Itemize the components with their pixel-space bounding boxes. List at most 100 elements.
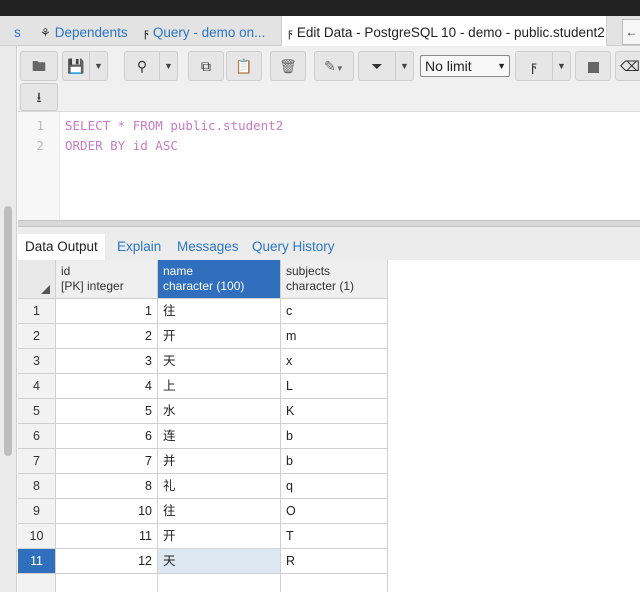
cell-name[interactable]: 上 — [158, 374, 281, 399]
cell-name[interactable]: 连 — [158, 424, 281, 449]
cell-name[interactable]: 天 — [158, 549, 281, 574]
chevron-left-icon: ← — [625, 25, 638, 39]
tab-scroll-left-button[interactable]: ← — [622, 19, 640, 45]
caret-down-icon: ▼ — [497, 61, 506, 71]
save-dropdown[interactable]: ▼ — [90, 51, 108, 81]
tab-edit-data[interactable]: ϝ Edit Data - PostgreSQL 10 - demo - publ… — [281, 16, 607, 47]
cell-subjects[interactable]: b — [281, 449, 388, 474]
dependents-icon: ⚘ — [40, 26, 51, 40]
find-button[interactable]: ⚲ — [124, 51, 160, 81]
row-number[interactable]: 7 — [18, 449, 56, 474]
row-number[interactable]: 3 — [18, 349, 56, 374]
download-button[interactable]: ⭳ — [20, 83, 58, 111]
cell-id[interactable]: 10 — [56, 499, 158, 524]
cell-id[interactable]: 12 — [56, 549, 158, 574]
code-line: SELECT * FROM public.student2 — [65, 118, 284, 133]
lightning-icon: ϝ — [288, 26, 293, 40]
filter-dropdown[interactable]: ▼ — [396, 51, 414, 81]
column-divider — [157, 574, 158, 592]
result-tabs: Data Output Explain Messages Query Histo… — [18, 227, 640, 260]
cell-id[interactable]: 5 — [56, 399, 158, 424]
cell-subjects[interactable]: x — [281, 349, 388, 374]
line-number-gutter: 1 2 — [18, 112, 60, 220]
cell-subjects[interactable]: L — [281, 374, 388, 399]
cell-name[interactable]: 开 — [158, 524, 281, 549]
execute-dropdown[interactable]: ▼ — [553, 51, 571, 81]
tab-data-output[interactable]: Data Output — [18, 234, 105, 260]
cell-subjects[interactable]: R — [281, 549, 388, 574]
row-number[interactable]: 8 — [18, 474, 56, 499]
cell-subjects[interactable]: m — [281, 324, 388, 349]
cell-subjects[interactable]: O — [281, 499, 388, 524]
search-icon: ⚲ — [136, 58, 148, 74]
delete-button[interactable]: 🗑 — [270, 51, 306, 81]
cell-name[interactable]: 礼 — [158, 474, 281, 499]
row-number[interactable]: 11 — [18, 549, 56, 574]
cell-subjects[interactable]: K — [281, 399, 388, 424]
lightning-icon: ϝ — [531, 58, 537, 74]
cell-name[interactable]: 并 — [158, 449, 281, 474]
line-number: 2 — [36, 138, 44, 153]
cell-subjects[interactable]: c — [281, 299, 388, 324]
eraser-icon: ⌫ — [620, 58, 640, 74]
tab-query[interactable]: ϝ Query - demo on... — [144, 16, 276, 46]
tab-query-history[interactable]: Query History — [245, 234, 342, 260]
cell-name[interactable]: 开 — [158, 324, 281, 349]
cell-subjects[interactable]: q — [281, 474, 388, 499]
cell-id[interactable]: 1 — [56, 299, 158, 324]
column-header-name[interactable]: name character (100) — [158, 260, 281, 299]
cell-subjects[interactable]: b — [281, 424, 388, 449]
edit-button[interactable]: ✎▼ — [314, 51, 354, 81]
tab-partial[interactable]: s — [14, 16, 26, 46]
caret-down-icon: ▼ — [164, 61, 173, 71]
find-dropdown[interactable]: ▼ — [160, 51, 178, 81]
scrollbar-thumb[interactable] — [4, 206, 12, 456]
paste-icon: 📋 — [235, 58, 253, 74]
column-header-id[interactable]: id [PK] integer — [56, 260, 158, 299]
cell-id[interactable]: 3 — [56, 349, 158, 374]
caret-down-icon: ▼ — [335, 64, 344, 73]
corner-triangle-icon — [41, 285, 50, 294]
cell-id[interactable]: 8 — [56, 474, 158, 499]
cell-name[interactable]: 天 — [158, 349, 281, 374]
execute-button[interactable]: ϝ — [515, 51, 553, 81]
row-number[interactable]: 1 — [18, 299, 56, 324]
row-number[interactable]: 10 — [18, 524, 56, 549]
toolbar: 🖿 💾 ▼ ⚲ ▼ ⧉ 📋 🗑 ✎▼ ⏷ ▼ No limit ▼ ϝ ▼ ⌫ — [18, 46, 640, 112]
row-number[interactable]: 6 — [18, 424, 56, 449]
row-number[interactable]: 2 — [18, 324, 56, 349]
column-header-subjects[interactable]: subjects character (1) — [281, 260, 388, 299]
tab-strip: s ⚘ Dependents ϝ Query - demo on... ϝ Edit … — [0, 16, 640, 47]
panel-splitter[interactable] — [18, 220, 640, 227]
trash-icon: 🗑 — [279, 58, 297, 74]
row-number[interactable]: 4 — [18, 374, 56, 399]
stop-button[interactable] — [575, 51, 611, 81]
cell-name[interactable]: 水 — [158, 399, 281, 424]
cell-name[interactable]: 往 — [158, 299, 281, 324]
cell-name[interactable]: 往 — [158, 499, 281, 524]
cell-id[interactable]: 2 — [56, 324, 158, 349]
paste-button[interactable]: 📋 — [226, 51, 262, 81]
clear-button[interactable]: ⌫ — [615, 51, 640, 81]
sql-editor[interactable]: 1 2 SELECT * FROM public.student2 ORDER … — [18, 112, 640, 220]
cell-id[interactable]: 4 — [56, 374, 158, 399]
cell-subjects[interactable]: T — [281, 524, 388, 549]
tab-explain[interactable]: Explain — [110, 234, 168, 260]
select-all-corner[interactable] — [18, 260, 56, 299]
open-file-button[interactable]: 🖿 — [20, 51, 58, 81]
caret-down-icon: ▼ — [557, 61, 566, 71]
row-number[interactable]: 9 — [18, 499, 56, 524]
cell-id[interactable]: 7 — [56, 449, 158, 474]
filter-button[interactable]: ⏷ — [358, 51, 396, 81]
copy-button[interactable]: ⧉ — [188, 51, 224, 81]
code-line: ORDER BY id ASC — [65, 138, 178, 153]
tab-messages[interactable]: Messages — [170, 234, 246, 260]
row-number[interactable]: 5 — [18, 399, 56, 424]
empty-row-number — [18, 574, 56, 592]
cell-id[interactable]: 6 — [56, 424, 158, 449]
tab-dependents[interactable]: ⚘ Dependents — [40, 16, 136, 46]
cell-id[interactable]: 11 — [56, 524, 158, 549]
save-button[interactable]: 💾 — [62, 51, 90, 81]
left-scrollbar[interactable] — [0, 46, 17, 592]
row-limit-select[interactable]: No limit ▼ — [420, 55, 510, 77]
